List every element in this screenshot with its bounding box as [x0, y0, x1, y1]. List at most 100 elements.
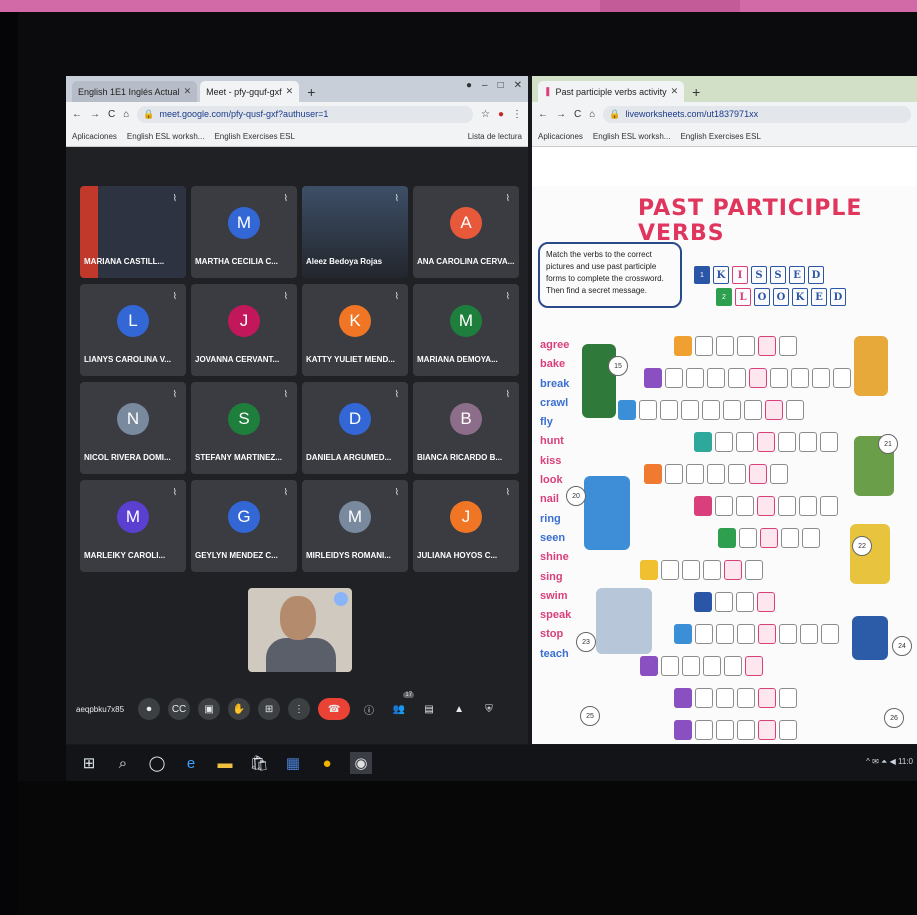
crossword-cell[interactable] — [758, 336, 776, 356]
tab-worksheet[interactable]: ❚ Past participle verbs activity ✕ — [538, 81, 685, 102]
system-tray[interactable]: ^ ✉ ⏶ ◀ 11:0 — [866, 757, 913, 767]
crossword-cell[interactable] — [737, 336, 755, 356]
participant-tile[interactable]: ⌇ Aleez Bedoya Rojas — [302, 186, 408, 278]
bookmark-esl-worksheets[interactable]: English ESL worksh... — [593, 132, 671, 141]
bookmark-esl-worksheets[interactable]: English ESL worksh... — [127, 132, 205, 141]
crossword-cell[interactable] — [702, 400, 720, 420]
crossword-cell[interactable] — [686, 368, 704, 388]
crossword-cell[interactable] — [745, 656, 763, 676]
crossword-cell[interactable] — [749, 464, 767, 484]
picture-number-circle[interactable]: 22 — [852, 536, 872, 556]
bookmark-esl-exercises[interactable]: English Exercises ESL — [680, 132, 760, 141]
crossword-cell[interactable] — [744, 400, 762, 420]
picture-number-circle[interactable]: 25 — [580, 706, 600, 726]
participant-tile[interactable]: J ⌇ JOVANNA CERVANT... — [191, 284, 297, 376]
crossword-cell[interactable] — [724, 560, 742, 580]
crossword-cell[interactable] — [665, 368, 683, 388]
participant-tile[interactable]: G ⌇ GEYLYN MENDEZ C... — [191, 480, 297, 572]
back-button[interactable]: ← — [538, 109, 548, 120]
end-call-button[interactable]: ☎ — [318, 698, 351, 720]
crossword-cell[interactable] — [779, 336, 797, 356]
crossword-cell[interactable] — [724, 656, 742, 676]
home-button[interactable]: ⌂ — [123, 109, 129, 120]
close-icon[interactable]: ✕ — [184, 86, 192, 97]
crossword-cell[interactable] — [802, 528, 820, 548]
crossword-cell[interactable] — [800, 624, 818, 644]
participant-tile[interactable]: M ⌇ MARLEIKY CAROLI... — [80, 480, 186, 572]
crossword-cell[interactable] — [661, 560, 679, 580]
reload-button[interactable]: C — [108, 109, 115, 120]
picture-number-circle[interactable]: 15 — [608, 356, 628, 376]
crossword-cell[interactable] — [833, 368, 851, 388]
new-tab-button[interactable]: + — [302, 81, 320, 102]
crossword-cell[interactable] — [799, 432, 817, 452]
file-explorer-icon[interactable]: ▬ — [214, 752, 236, 774]
crossword-cell[interactable] — [770, 464, 788, 484]
crossword-cell[interactable] — [770, 368, 788, 388]
reload-button[interactable]: C — [574, 109, 581, 120]
crossword-cell[interactable] — [707, 368, 725, 388]
participant-tile[interactable]: A ⌇ ANA CAROLINA CERVA... — [413, 186, 519, 278]
crossword-cell[interactable] — [703, 560, 721, 580]
crossword-cell[interactable] — [707, 464, 725, 484]
crossword-cell[interactable] — [758, 720, 776, 740]
crossword-cell[interactable] — [716, 688, 734, 708]
tab-english-course[interactable]: English 1E1 Inglés Actual ✕ — [72, 81, 198, 102]
crossword-cell[interactable] — [736, 592, 754, 612]
crossword-cell[interactable] — [758, 624, 776, 644]
chat-button[interactable]: ▤ — [418, 698, 440, 720]
crossword-cell[interactable] — [779, 688, 797, 708]
crossword-cell[interactable] — [821, 624, 839, 644]
edge-icon[interactable]: e — [180, 752, 202, 774]
participant-tile[interactable]: M ⌇ MIRLEIDYS ROMANI... — [302, 480, 408, 572]
crossword-cell[interactable] — [723, 400, 741, 420]
store-icon[interactable]: 🛍 — [248, 752, 270, 774]
crossword-cell[interactable] — [695, 688, 713, 708]
url-input[interactable]: 🔒 liveworksheets.com/ut1837971xx — [603, 105, 911, 123]
crossword-cell[interactable] — [665, 464, 683, 484]
home-button[interactable]: ⌂ — [589, 109, 595, 120]
participant-tile[interactable]: M ⌇ MARIANA DEMOYA... — [413, 284, 519, 376]
crossword-cell[interactable] — [778, 432, 796, 452]
crossword-cell[interactable] — [716, 624, 734, 644]
picture-number-circle[interactable]: 21 — [878, 434, 898, 454]
crossword-cell[interactable] — [765, 400, 783, 420]
participant-tile[interactable]: J ⌇ JULIANA HOYOS C... — [413, 480, 519, 572]
close-window-button[interactable]: ✕ — [514, 80, 522, 91]
crossword-cell[interactable] — [716, 336, 734, 356]
crossword-cell[interactable] — [737, 624, 755, 644]
crossword-cell[interactable] — [786, 400, 804, 420]
camera-button[interactable]: ▣ — [198, 698, 221, 720]
crossword-cell[interactable] — [749, 368, 767, 388]
picture-number-circle[interactable]: 26 — [884, 708, 904, 728]
participant-tile[interactable]: K ⌇ KATTY YULIET MEND... — [302, 284, 408, 376]
more-options-icon[interactable] — [334, 592, 348, 606]
crossword-cell[interactable] — [737, 688, 755, 708]
crossword-cell[interactable] — [778, 496, 796, 516]
back-button[interactable]: ← — [72, 109, 82, 120]
word-icon[interactable]: ▦ — [282, 752, 304, 774]
crossword-cell[interactable] — [779, 624, 797, 644]
close-icon[interactable]: ✕ — [671, 86, 679, 97]
participant-tile[interactable]: L ⌇ LIANYS CAROLINA V... — [80, 284, 186, 376]
participant-tile[interactable]: S ⌇ STEFANY MARTINEZ... — [191, 382, 297, 474]
people-button[interactable]: 👥 17 — [388, 692, 415, 720]
close-icon[interactable]: ✕ — [286, 86, 294, 97]
profile-avatar[interactable]: ● — [498, 109, 504, 120]
crossword-cell[interactable] — [799, 496, 817, 516]
raise-hand-button[interactable]: ✋ — [228, 698, 251, 720]
crossword-cell[interactable] — [779, 720, 797, 740]
bookmark-apps[interactable]: Aplicaciones — [72, 132, 117, 141]
info-button[interactable]: ⓘ — [358, 698, 380, 720]
bookmark-esl-exercises[interactable]: English Exercises ESL — [214, 132, 294, 141]
crossword-cell[interactable] — [695, 336, 713, 356]
crossword-cell[interactable] — [728, 464, 746, 484]
participant-tile[interactable]: D ⌇ DANIELA ARGUMED... — [302, 382, 408, 474]
star-icon[interactable]: ☆ — [481, 109, 490, 120]
crossword-cell[interactable] — [760, 528, 778, 548]
captions-button[interactable]: CC — [168, 698, 191, 720]
crossword-cell[interactable] — [757, 432, 775, 452]
crossword-cell[interactable] — [757, 592, 775, 612]
participant-tile[interactable]: B ⌇ BIANCA RICARDO B... — [413, 382, 519, 474]
crossword-cell[interactable] — [681, 400, 699, 420]
